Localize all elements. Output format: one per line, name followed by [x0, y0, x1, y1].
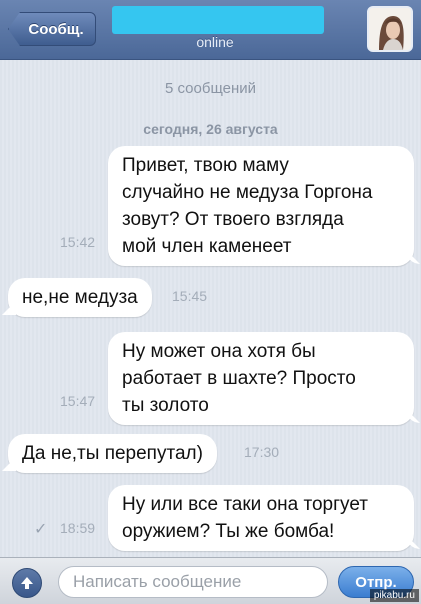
contact-avatar[interactable]: [367, 6, 413, 52]
message-list[interactable]: 5 сообщений сегодня, 26 августа Привет, …: [0, 60, 421, 557]
message-line: не,не медуза: [22, 287, 138, 308]
message-line: работает в шахте? Просто: [122, 368, 356, 389]
message-line: зовут? От твоего взгляда: [122, 209, 344, 230]
message-time: 18:59: [60, 520, 96, 536]
message-bubble-outgoing[interactable]: Привет, твою маму случайно не медуза Гор…: [108, 146, 414, 266]
watermark: pikabu.ru: [369, 589, 419, 602]
arrow-up-icon: [21, 577, 33, 589]
message-line: Да не,ты перепутал): [22, 443, 203, 464]
message-line: Ну может она хотя бы: [122, 341, 316, 362]
message-time: 15:45: [172, 288, 208, 304]
message-line: оружием? Ты же бомба!: [122, 521, 335, 542]
date-separator: сегодня, 26 августа: [143, 121, 278, 137]
contact-name-redaction: [112, 6, 324, 34]
message-input[interactable]: [58, 566, 328, 598]
message-time: 17:30: [244, 444, 280, 460]
message-line: Привет, твою маму: [122, 155, 289, 176]
message-time: 15:42: [60, 234, 96, 250]
message-line: ты золото: [122, 395, 209, 416]
message-bubble-incoming[interactable]: не,не медуза: [8, 278, 152, 317]
message-line: Ну или все таки она торгует: [122, 494, 368, 515]
avatar-photo-icon: [369, 8, 411, 50]
attach-button[interactable]: [12, 568, 42, 598]
message-count[interactable]: 5 сообщений: [0, 80, 421, 97]
online-status: online: [196, 34, 234, 50]
message-bubble-outgoing[interactable]: Ну или все таки она торгует оружием? Ты …: [108, 485, 414, 551]
message-bubble-outgoing[interactable]: Ну может она хотя бы работает в шахте? П…: [108, 332, 414, 425]
read-check-icon: ✓: [34, 521, 48, 538]
message-line: мой член каменеет: [122, 236, 292, 257]
message-line: случайно не медуза Горгона: [122, 182, 373, 203]
chat-header: Сообщ. online: [0, 0, 421, 60]
message-time: 15:47: [60, 393, 96, 409]
message-bubble-incoming[interactable]: Да не,ты перепутал): [8, 434, 217, 473]
compose-bar: Отпр.: [0, 557, 421, 604]
back-button[interactable]: Сообщ.: [8, 12, 96, 46]
